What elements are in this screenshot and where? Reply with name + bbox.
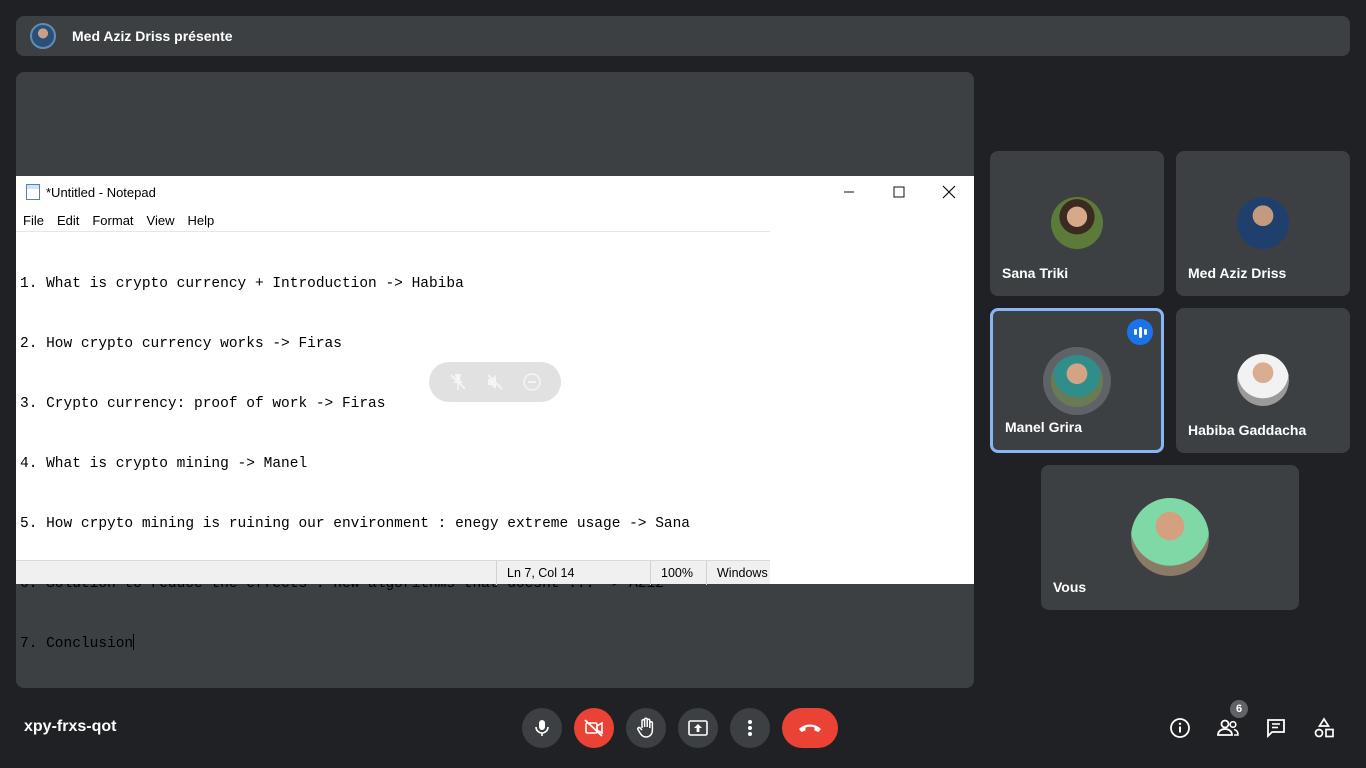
- participant-tile-self[interactable]: Vous: [1041, 465, 1299, 610]
- minimize-icon: [824, 176, 874, 208]
- status-position: Ln 7, Col 14: [496, 561, 574, 585]
- participant-tile[interactable]: Med Aziz Driss: [1176, 151, 1350, 296]
- camera-button[interactable]: [574, 708, 614, 748]
- screen-share-stage: *Untitled - Notepad File Edit Format Vie…: [16, 72, 974, 688]
- close-icon: [924, 176, 974, 208]
- more-options-icon: [748, 720, 752, 736]
- notepad-icon: [26, 184, 40, 200]
- menu-view: View: [146, 212, 175, 228]
- participant-tile[interactable]: Sana Triki: [990, 151, 1164, 296]
- present-icon: [688, 720, 708, 736]
- raise-hand-button[interactable]: [626, 708, 666, 748]
- participant-name: Vous: [1053, 579, 1087, 595]
- status-zoom: 100%: [650, 561, 693, 585]
- text-line: 2. How crypto currency works -> Firas: [20, 336, 342, 352]
- mic-button[interactable]: [522, 708, 562, 748]
- present-button[interactable]: [678, 708, 718, 748]
- notepad-title: *Untitled - Notepad: [46, 184, 156, 200]
- text-line-last: 7. Conclusion: [20, 634, 770, 654]
- text-line: 1. What is crypto currency + Introductio…: [20, 276, 464, 292]
- presenter-avatar: [30, 23, 56, 49]
- speaking-indicator-icon: [1127, 319, 1153, 345]
- text-area-border: [16, 231, 770, 232]
- participant-tile-active-speaker[interactable]: Manel Grira: [990, 308, 1164, 453]
- hang-up-icon: [799, 724, 821, 732]
- remove-icon[interactable]: [520, 370, 544, 394]
- meeting-details-button[interactable]: [1166, 714, 1194, 742]
- pin-icon[interactable]: [446, 370, 470, 394]
- hang-up-button[interactable]: [782, 708, 838, 748]
- people-icon: [1217, 719, 1239, 736]
- camera-off-icon: [584, 719, 603, 737]
- text-line: 3. Crypto currency: proof of work -> Fir…: [20, 396, 386, 412]
- avatar: [1051, 197, 1103, 249]
- presenter-label: Med Aziz Driss présente: [72, 28, 233, 44]
- participant-name: Sana Triki: [1002, 265, 1069, 281]
- notepad-text-area: 1. What is crypto currency + Introductio…: [20, 234, 770, 688]
- text-line-content: 7. Conclusion: [20, 636, 134, 652]
- raise-hand-icon: [637, 717, 654, 738]
- participant-name: Manel Grira: [1005, 419, 1083, 435]
- notepad-statusbar: Ln 7, Col 14 100% Windows: [16, 560, 770, 585]
- info-icon: [1170, 718, 1190, 738]
- activities-button[interactable]: [1310, 714, 1338, 742]
- stage-hover-controls: [429, 362, 561, 402]
- chat-icon: [1267, 719, 1285, 739]
- chat-button[interactable]: [1262, 714, 1290, 742]
- avatar: [1051, 355, 1103, 407]
- presenter-banner: Med Aziz Driss présente: [16, 16, 1350, 56]
- status-line-ending: Windows: [706, 561, 768, 585]
- participant-tile[interactable]: Habiba Gaddacha: [1176, 308, 1350, 453]
- text-line: 4. What is crypto mining -> Manel: [20, 456, 308, 472]
- notepad-titlebar: *Untitled - Notepad: [16, 176, 974, 208]
- menu-format: Format: [92, 212, 134, 228]
- avatar: [1237, 197, 1289, 249]
- text-caret: [133, 634, 135, 650]
- menu-file: File: [23, 212, 44, 228]
- avatar: [1237, 354, 1289, 406]
- maximize-icon: [874, 176, 924, 208]
- more-options-button[interactable]: [730, 708, 770, 748]
- text-line: 5. How crpyto mining is ruining our envi…: [20, 516, 691, 532]
- mic-icon: [535, 720, 549, 736]
- participant-name: Habiba Gaddacha: [1188, 422, 1307, 438]
- activities-icon: [1314, 717, 1334, 738]
- participant-name: Med Aziz Driss: [1188, 265, 1287, 281]
- bottom-control-bar: xpy-frxs-qot 6: [0, 700, 1366, 756]
- notepad-menubar: File Edit Format View Help: [16, 208, 974, 232]
- mute-icon[interactable]: [483, 370, 507, 394]
- participant-count-badge: 6: [1230, 700, 1248, 718]
- menu-help: Help: [187, 212, 215, 228]
- avatar: [1131, 498, 1209, 576]
- people-button[interactable]: [1214, 714, 1242, 742]
- menu-edit: Edit: [56, 212, 80, 228]
- meeting-code: xpy-frxs-qot: [24, 718, 117, 735]
